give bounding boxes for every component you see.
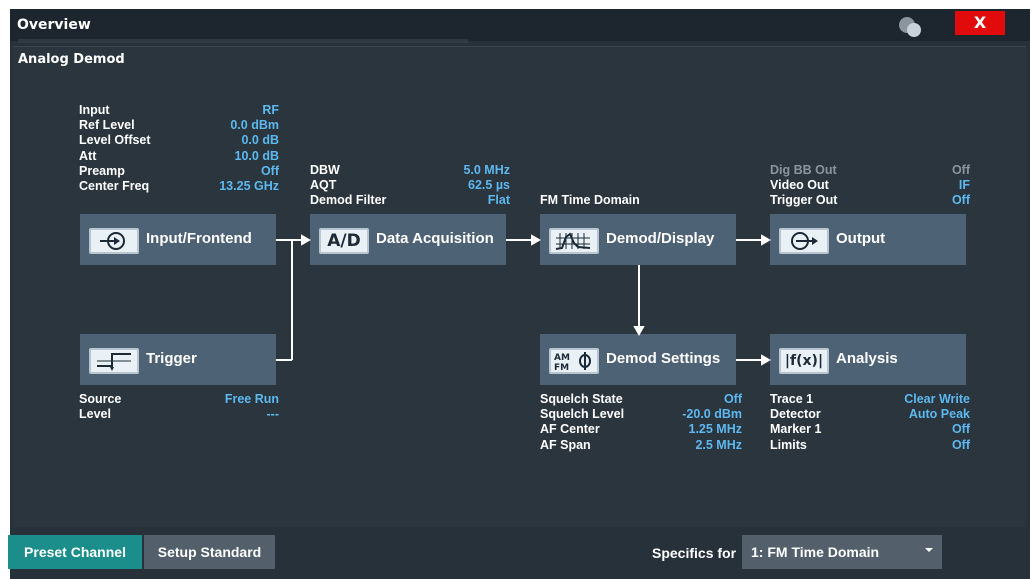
overlap-circles-icon[interactable] bbox=[893, 15, 933, 39]
title-divider bbox=[18, 39, 468, 43]
specifics-select[interactable]: 1: FM Time Domain bbox=[742, 535, 942, 569]
specifics-value: 1: FM Time Domain bbox=[751, 544, 880, 560]
close-button[interactable]: X bbox=[955, 11, 1005, 35]
analog-demod-panel: Analog Demod Input RF Ref Level 0.0 dBm Leve… bbox=[13, 46, 1026, 527]
title-bar: Overview X bbox=[10, 9, 1030, 43]
overview-window: Overview X Analog Demod Input RF Ref Level… bbox=[10, 9, 1030, 579]
specifics-label: Specifics for bbox=[652, 545, 737, 561]
connector-arrows bbox=[276, 234, 772, 366]
window-title: Overview bbox=[17, 17, 91, 33]
chevron-down-icon bbox=[925, 548, 933, 552]
setup-standard-button[interactable]: Setup Standard bbox=[144, 535, 275, 569]
preset-channel-button[interactable]: Preset Channel bbox=[8, 535, 142, 569]
